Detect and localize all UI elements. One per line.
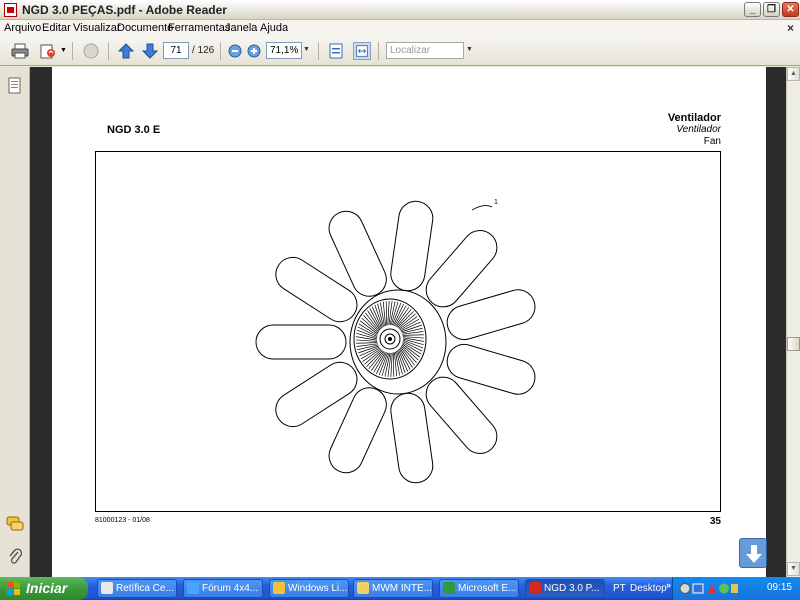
zoom-dropdown-icon[interactable]: ▼ (303, 46, 310, 53)
adobe-reader-icon (529, 582, 541, 594)
taskbar-item-label: Microsoft E... (458, 583, 517, 594)
scroll-down-button[interactable]: ▼ (787, 562, 800, 576)
windows-live-icon (273, 582, 285, 594)
taskbar-item-label: Retífica Ce... (116, 583, 174, 594)
pages-icon[interactable] (7, 77, 23, 95)
taskbar-item-label: Windows Li... (288, 583, 348, 594)
print-icon[interactable] (11, 42, 29, 60)
system-tray: 09:15 (672, 577, 800, 600)
pdf-page: NGD 3.0 E Ventilador Ventilador Fan 1 81… (52, 67, 766, 577)
zoom-level-input[interactable]: 71,1% (266, 42, 302, 59)
toolbar: ▼ 71 / 126 71,1% ▼ Localizar ▼ (0, 36, 800, 66)
menu-janela[interactable]: Janela (225, 22, 257, 34)
menu-arquivo[interactable]: Arquivo (4, 22, 41, 34)
taskbar-item[interactable]: Windows Li... (269, 579, 349, 598)
zoom-out-icon[interactable] (226, 42, 244, 60)
share-dropdown-icon[interactable]: ▼ (60, 47, 67, 54)
minimize-button[interactable]: _ (744, 2, 761, 17)
clock[interactable]: 09:15 (767, 582, 792, 593)
fan-illustration (255, 200, 536, 484)
search-dropdown-icon[interactable]: ▼ (466, 46, 473, 53)
scroll-thumb[interactable] (787, 337, 800, 351)
taskbar-item-label: Fórum 4x4... (202, 583, 259, 594)
taskbar: Iniciar Retífica Ce... Fórum 4x4... Wind… (0, 577, 800, 600)
next-page-icon[interactable] (141, 42, 159, 60)
adobe-reader-icon (4, 3, 17, 17)
share-icon[interactable] (39, 42, 57, 60)
hand-tool-icon[interactable] (82, 42, 100, 60)
menu-bar: Arquivo Editar Visualizar Documento Ferr… (0, 20, 800, 36)
fit-width-icon[interactable] (353, 42, 371, 60)
menu-documento[interactable]: Documento (117, 22, 173, 34)
attachments-icon[interactable] (7, 548, 23, 566)
page-number-input[interactable]: 71 (163, 42, 189, 59)
menu-editar[interactable]: Editar (42, 22, 71, 34)
start-label: Iniciar (26, 580, 68, 596)
tray-icons[interactable] (679, 582, 739, 595)
taskbar-item[interactable]: MWM INTE... (353, 579, 433, 598)
document-viewport[interactable]: NGD 3.0 E Ventilador Ventilador Fan 1 81… (30, 67, 786, 577)
document-close-button[interactable]: × (787, 21, 794, 35)
search-input[interactable]: Localizar (386, 42, 464, 59)
previous-page-icon[interactable] (117, 42, 135, 60)
windows-logo-icon (7, 582, 20, 595)
toolbar-separator (72, 42, 73, 60)
folder-icon (357, 582, 369, 594)
title-bar: NGD 3.0 PEÇAS.pdf - Adobe Reader _ ❐ ✕ (0, 0, 800, 20)
taskbar-item[interactable]: Retífica Ce... (97, 579, 177, 598)
start-button[interactable]: Iniciar (0, 577, 88, 600)
scroll-up-button[interactable]: ▲ (787, 67, 800, 81)
page-number: 35 (709, 516, 721, 527)
window-title: NGD 3.0 PEÇAS.pdf - Adobe Reader (22, 3, 227, 17)
taskbar-item-label: NGD 3.0 P... (544, 583, 600, 594)
taskbar-item[interactable]: Fórum 4x4... (183, 579, 263, 598)
menu-ferramentas[interactable]: Ferramentas (168, 22, 230, 34)
internet-explorer-icon (187, 582, 199, 594)
toolbar-separator (108, 42, 109, 60)
fit-page-icon[interactable] (327, 42, 345, 60)
fan-blade (390, 392, 434, 484)
fan-blade (390, 200, 434, 292)
toolbar-chevron[interactable]: » (666, 580, 671, 590)
close-button[interactable]: ✕ (782, 2, 799, 17)
desktop-toolbar-label[interactable]: Desktop (630, 583, 667, 594)
toolbar-separator (220, 42, 221, 60)
down-arrow-icon (746, 545, 762, 563)
toolbar-separator (378, 42, 379, 60)
menu-visualizar[interactable]: Visualizar (73, 22, 121, 34)
zoom-in-icon[interactable] (245, 42, 263, 60)
comments-icon[interactable] (6, 516, 24, 532)
toolbar-separator (318, 42, 319, 60)
taskbar-item[interactable]: Microsoft E... (439, 579, 519, 598)
fan-blade (255, 324, 347, 360)
maximize-button[interactable]: ❐ (763, 2, 780, 17)
taskbar-item-active[interactable]: NGD 3.0 P... (525, 579, 605, 598)
document-code: 81000123 - 01/08 (95, 517, 150, 524)
menu-ajuda[interactable]: Ajuda (260, 22, 288, 34)
vertical-scrollbar[interactable]: ▲ ▼ (786, 67, 800, 577)
language-indicator[interactable]: PT (613, 583, 626, 594)
window-icon (101, 582, 113, 594)
excel-icon (443, 582, 455, 594)
page-total: / 126 (192, 45, 215, 56)
callout-number: 1 (494, 199, 498, 206)
taskbar-item-label: MWM INTE... (372, 583, 432, 594)
navigation-panel (0, 67, 30, 577)
next-page-floating-button[interactable] (739, 538, 767, 568)
